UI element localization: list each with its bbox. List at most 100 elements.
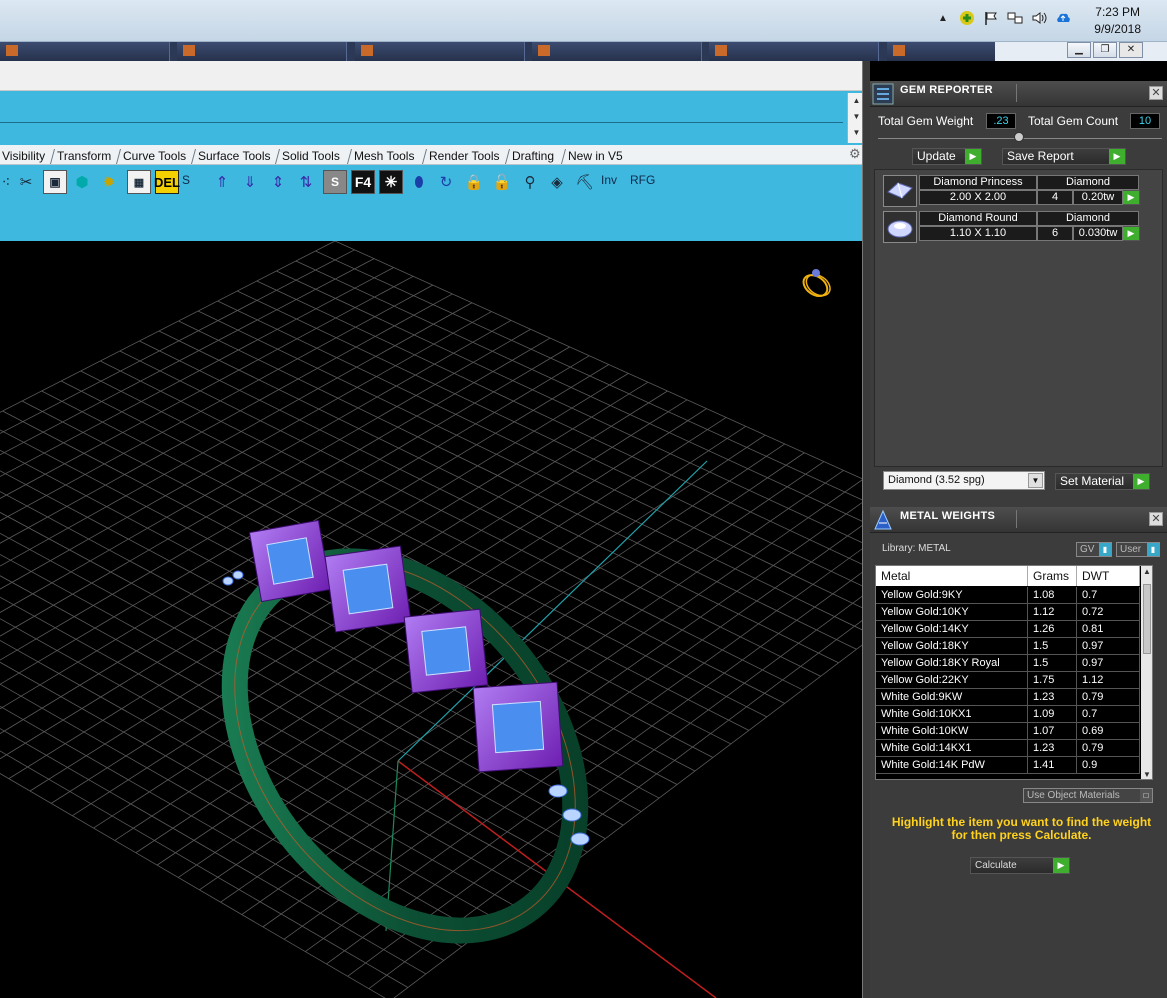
tab-surface-tools[interactable]: Surface Tools — [190, 149, 277, 164]
calculate-button[interactable]: Calculate ▶ — [970, 857, 1070, 874]
gem-row[interactable]: Diamond Round Diamond 1.10 X 1.10 6 0.03… — [883, 211, 1140, 243]
command-divider — [0, 122, 843, 123]
panel-divider[interactable] — [862, 61, 870, 998]
align-icon[interactable]: ⚲ — [518, 170, 542, 194]
save-report-button[interactable]: Save Report ▶ — [1002, 148, 1126, 165]
gem-select-button[interactable]: ▶ — [1123, 226, 1140, 241]
app-icon — [892, 45, 905, 56]
table-row[interactable]: White Gold:10KW 1.07 0.69 — [876, 723, 1140, 740]
move-up-icon[interactable]: ⇑ — [210, 170, 234, 194]
column-header-dwt[interactable]: DWT — [1077, 566, 1140, 586]
taskbar-button[interactable] — [177, 42, 348, 61]
taskbar-strip — [0, 42, 995, 61]
tab-curve-tools[interactable]: Curve Tools — [115, 149, 193, 164]
use-object-materials-toggle[interactable]: Use Object Materials □ — [1023, 788, 1153, 803]
table-row[interactable]: Yellow Gold:18KY Royal 1.5 0.97 — [876, 655, 1140, 672]
close-button[interactable]: ✕ — [1119, 42, 1143, 58]
table-row[interactable]: Yellow Gold:18KY 1.5 0.97 — [876, 638, 1140, 655]
minimize-button[interactable]: ▁ — [1067, 42, 1091, 58]
grayscale-icon[interactable]: S — [323, 170, 347, 194]
flip-icon[interactable]: ⇅ — [294, 170, 318, 194]
network-icon[interactable] — [1007, 10, 1023, 26]
metal-weights-table[interactable]: Metal Grams DWT Yellow Gold:9KY 1.08 0.7 Ye… — [875, 565, 1153, 780]
taskbar-button[interactable] — [886, 42, 995, 61]
tool-tabs: Visibility Transform Curve Tools Surface… — [0, 145, 865, 165]
gv-toggle[interactable]: GV ▮ — [1076, 542, 1112, 557]
system-clock[interactable]: 7:23 PM 9/9/2018 — [1094, 4, 1141, 38]
chevron-up-icon[interactable]: ▲ — [935, 10, 951, 26]
table-row[interactable]: White Gold:14KX1 1.23 0.79 — [876, 740, 1140, 757]
command-pane[interactable]: ▲ ▼ ▼ — [0, 91, 865, 145]
taskbar-button[interactable] — [354, 42, 525, 61]
save-icon[interactable]: ▣ — [43, 170, 67, 194]
metal-scrollbar[interactable]: ▲ ▼ — [1141, 566, 1152, 779]
column-header-metal[interactable]: Metal — [876, 566, 1028, 586]
scroll-thumb[interactable] — [1143, 584, 1151, 654]
tab-drafting[interactable]: Drafting — [504, 149, 561, 164]
f4-icon[interactable]: F4 — [351, 170, 375, 194]
rfg-button[interactable]: RFG — [630, 173, 655, 187]
tab-visibility[interactable]: Visibility — [0, 149, 52, 164]
cylinder-icon[interactable]: ⬮ — [407, 170, 431, 194]
metal-name-cell: White Gold:14K PdW — [876, 757, 1028, 773]
gem-reporter-icon — [872, 83, 894, 105]
right-panels: GEM REPORTER ✕ Total Gem Weight .23 Tota… — [870, 81, 1167, 998]
table-row[interactable]: White Gold:10KX1 1.09 0.7 — [876, 706, 1140, 723]
chevron-down-icon[interactable]: ▼ — [1028, 473, 1043, 488]
close-icon[interactable]: ✕ — [1149, 86, 1163, 100]
star-icon[interactable]: ✳ — [379, 170, 403, 194]
table-row[interactable]: Yellow Gold:9KY 1.08 0.7 — [876, 587, 1140, 604]
rotate-icon[interactable]: ↻ — [434, 170, 458, 194]
slider-handle[interactable] — [1014, 132, 1024, 142]
flag-icon[interactable] — [983, 10, 999, 26]
scroll-up-icon[interactable]: ▲ — [1141, 566, 1152, 578]
inv-button[interactable]: Inv — [601, 173, 617, 187]
gem-row[interactable]: Diamond Princess Diamond 2.00 X 2.00 4 0… — [883, 175, 1140, 207]
tab-transform[interactable]: Transform — [49, 149, 118, 164]
speaker-icon[interactable] — [1031, 10, 1047, 26]
taskbar-button[interactable] — [0, 42, 170, 61]
grid-line — [0, 773, 386, 998]
restore-button[interactable]: ❐ — [1093, 42, 1117, 58]
solid-cube-icon[interactable]: ⬢ — [70, 170, 94, 194]
worker-icon[interactable]: ⛏ — [573, 170, 597, 194]
column-header-grams[interactable]: Grams — [1028, 566, 1077, 586]
settings-gear-icon[interactable]: ✹ — [97, 170, 121, 194]
app-icon — [538, 45, 551, 56]
taskbar-button[interactable] — [532, 42, 703, 61]
material-select[interactable]: Diamond (3.52 spg) ▼ — [883, 471, 1045, 490]
user-toggle[interactable]: User ▮ — [1116, 542, 1160, 557]
gem-icon[interactable]: ◈ — [545, 170, 569, 194]
gear-icon[interactable]: ⚙ — [849, 147, 863, 161]
table-row[interactable]: Yellow Gold:10KY 1.12 0.72 — [876, 604, 1140, 621]
unlock-icon[interactable]: 🔓 — [490, 170, 514, 194]
table-row[interactable]: Yellow Gold:22KY 1.75 1.12 — [876, 672, 1140, 689]
plus-circle-icon[interactable] — [959, 10, 975, 26]
3d-viewport[interactable] — [0, 241, 862, 998]
tab-new-in-v5[interactable]: New in V5 — [560, 149, 629, 164]
close-icon[interactable]: ✕ — [1149, 512, 1163, 526]
taskbar-button[interactable] — [709, 42, 880, 61]
clock-time: 7:23 PM — [1095, 5, 1140, 19]
table-row[interactable]: White Gold:14K PdW 1.41 0.9 — [876, 757, 1140, 774]
grams-cell: 1.5 — [1028, 638, 1077, 654]
gem-select-button[interactable]: ▶ — [1123, 190, 1140, 205]
table-row[interactable]: White Gold:9KW 1.23 0.79 — [876, 689, 1140, 706]
set-material-button[interactable]: Set Material ▶ — [1055, 473, 1150, 490]
s-label[interactable]: S — [182, 173, 190, 187]
delete-icon[interactable]: DEL — [154, 170, 180, 194]
update-button[interactable]: Update ▶ — [912, 148, 982, 165]
lock-icon[interactable]: 🔒 — [462, 170, 486, 194]
move-down-icon[interactable]: ⇓ — [238, 170, 262, 194]
tab-mesh-tools[interactable]: Mesh Tools — [346, 149, 421, 164]
trim-icon[interactable]: ✂ — [14, 170, 38, 194]
scale-icon[interactable]: ⇕ — [266, 170, 290, 194]
layout-icon[interactable]: ▦ — [127, 170, 151, 194]
scroll-down-icon[interactable]: ▼ — [1141, 769, 1152, 779]
view-cube-icon[interactable] — [800, 269, 834, 300]
tab-solid-tools[interactable]: Solid Tools — [274, 149, 346, 164]
grams-cell: 1.08 — [1028, 587, 1077, 603]
cloud-upload-icon[interactable] — [1055, 10, 1071, 26]
table-row[interactable]: Yellow Gold:14KY 1.26 0.81 — [876, 621, 1140, 638]
tab-render-tools[interactable]: Render Tools — [421, 149, 506, 164]
